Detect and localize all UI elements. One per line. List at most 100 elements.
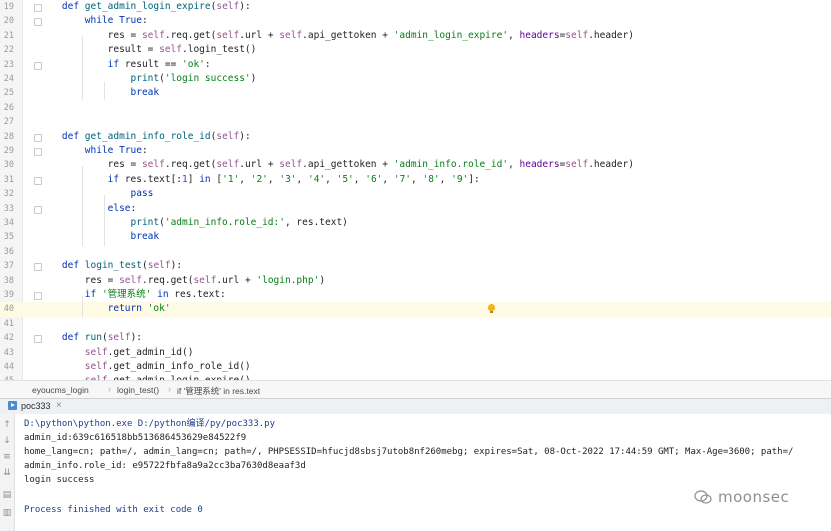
code-line[interactable]: 20 while True: bbox=[0, 14, 831, 28]
code-text: if res.text[:1] in ['1', '2', '3', '4', … bbox=[107, 173, 480, 185]
code-line[interactable]: 35 break bbox=[0, 230, 831, 244]
code-line[interactable]: 24 print('login success') bbox=[0, 72, 831, 86]
down-arrow-icon[interactable]: ↓ bbox=[2, 436, 12, 446]
line-number: 34 bbox=[3, 218, 14, 228]
breadcrumb-separator: › bbox=[108, 384, 111, 394]
run-tab[interactable]: poc333 bbox=[8, 401, 51, 411]
console-line-role-id: admin_info.role_id: e95722fbfa8a9a2cc3ba… bbox=[24, 461, 306, 471]
indent-guide bbox=[82, 166, 83, 246]
code-line[interactable]: 43 self.get_admin_id() bbox=[0, 346, 831, 360]
code-text: return 'ok' bbox=[107, 303, 171, 315]
code-text: while True: bbox=[84, 145, 148, 156]
code-text: result = self.login_test() bbox=[39, 44, 257, 56]
fold-marker-icon[interactable] bbox=[34, 148, 42, 156]
watermark: moonsec bbox=[694, 488, 789, 506]
fold-marker-icon[interactable] bbox=[34, 133, 42, 142]
line-number: 20 bbox=[3, 16, 14, 27]
fold-marker-icon[interactable] bbox=[34, 176, 42, 185]
run-config-icon bbox=[8, 401, 17, 410]
line-number: 27 bbox=[3, 117, 14, 128]
console-line-admin-id: admin_id:639c616518bb513686453629e84522f… bbox=[24, 433, 247, 443]
line-number: 29 bbox=[3, 146, 14, 156]
breadcrumb-item-class[interactable]: eyoucms_login bbox=[32, 385, 89, 395]
fold-marker-icon[interactable] bbox=[34, 4, 42, 12]
wrap-icon[interactable]: ≡ bbox=[2, 452, 12, 462]
scroll-end-icon[interactable]: ⇊ bbox=[2, 468, 12, 478]
code-line[interactable]: 33 else: bbox=[0, 202, 831, 216]
line-number: 32 bbox=[3, 189, 14, 200]
watermark-text: moonsec bbox=[718, 488, 790, 506]
indent-guide bbox=[104, 82, 105, 100]
code-line[interactable]: 44 self.get_admin_info_role_id() bbox=[0, 360, 831, 374]
trash-icon[interactable]: ▥ bbox=[2, 508, 12, 518]
console-line-exit-code: Process finished with exit code 0 bbox=[24, 505, 203, 515]
code-line[interactable]: 39 if '管理系统' in res.text: bbox=[0, 288, 831, 302]
line-number: 43 bbox=[3, 347, 14, 358]
run-console[interactable]: ↑ ↓ ≡ ⇊ ▤ ▥ D:\python\python.exe D:/pyth… bbox=[0, 414, 831, 531]
code-line[interactable]: 22 result = self.login_test() bbox=[0, 43, 831, 57]
code-text: break bbox=[130, 231, 160, 243]
code-text: res = self.req.get(self.url + self.api_g… bbox=[39, 29, 634, 41]
line-number: 41 bbox=[3, 318, 14, 329]
run-panel-header: poc333 × bbox=[0, 398, 831, 415]
fold-marker-icon[interactable] bbox=[34, 335, 42, 344]
code-line[interactable]: 25 break bbox=[0, 86, 831, 100]
fold-marker-icon[interactable] bbox=[34, 263, 42, 272]
fold-marker-icon[interactable] bbox=[34, 292, 42, 300]
line-number: 33 bbox=[3, 203, 14, 214]
fold-marker-icon[interactable] bbox=[34, 205, 42, 214]
code-line[interactable]: 26 bbox=[0, 101, 831, 115]
console-line-login-success: login success bbox=[24, 475, 95, 485]
console-line-cookies: home_lang=cn; path=/, admin_lang=cn; pat… bbox=[24, 447, 794, 457]
line-number: 26 bbox=[3, 102, 14, 113]
indent-guide bbox=[104, 195, 105, 246]
line-number: 31 bbox=[3, 174, 14, 185]
code-line[interactable]: 21 res = self.req.get(self.url + self.ap… bbox=[0, 29, 831, 43]
code-text: print('admin_info.role_id:', res.text) bbox=[130, 217, 348, 228]
code-text: self.get_admin_id() bbox=[84, 346, 194, 358]
code-line[interactable]: 42 def run(self): bbox=[0, 331, 831, 345]
code-line[interactable]: 27 bbox=[0, 115, 831, 129]
line-number: 25 bbox=[3, 88, 14, 99]
code-line[interactable]: 37 def login_test(self): bbox=[0, 259, 831, 273]
line-number: 22 bbox=[3, 45, 14, 56]
indent-guide bbox=[82, 36, 83, 100]
line-number: 35 bbox=[3, 232, 14, 243]
code-text: res = self.req.get(self.url + self.api_g… bbox=[39, 159, 634, 171]
code-line[interactable]: 32 pass bbox=[0, 187, 831, 201]
code-line[interactable]: 40 return 'ok' bbox=[0, 302, 831, 317]
breadcrumb-item-statement[interactable]: if '管理系统' in res.text bbox=[177, 385, 260, 397]
breadcrumb-item-function[interactable]: login_test() bbox=[117, 385, 159, 395]
code-text: while True: bbox=[84, 15, 148, 27]
line-number: 36 bbox=[3, 246, 14, 257]
breadcrumb: eyoucms_login › login_test() › if '管理系统'… bbox=[0, 380, 831, 399]
code-editor[interactable]: 19 def get_admin_login_expire(self): 20 w… bbox=[0, 0, 831, 380]
code-line[interactable]: 28 def get_admin_info_role_id(self): bbox=[0, 130, 831, 144]
line-number: 24 bbox=[3, 74, 14, 84]
code-line[interactable]: 19 def get_admin_login_expire(self): bbox=[0, 0, 831, 14]
console-line-command: D:\python\python.exe D:/python编译/py/poc3… bbox=[24, 419, 275, 429]
code-line[interactable]: 41 bbox=[0, 317, 831, 331]
up-arrow-icon[interactable]: ↑ bbox=[2, 420, 12, 430]
code-line[interactable]: 29 while True: bbox=[0, 144, 831, 158]
code-line[interactable]: 30 res = self.req.get(self.url + self.ap… bbox=[0, 158, 831, 172]
line-number: 21 bbox=[3, 30, 14, 41]
code-text: res = self.req.get(self.url + 'login.php… bbox=[39, 274, 326, 286]
line-number: 38 bbox=[3, 275, 14, 286]
fold-marker-icon[interactable] bbox=[34, 18, 42, 27]
fold-marker-icon[interactable] bbox=[34, 61, 42, 70]
code-line[interactable]: 23 if result == 'ok': bbox=[0, 58, 831, 72]
line-number: 23 bbox=[3, 59, 14, 70]
line-number: 40 bbox=[3, 304, 14, 315]
line-number: 28 bbox=[3, 131, 14, 142]
close-tab-icon[interactable]: × bbox=[56, 400, 62, 411]
code-line[interactable]: 38 res = self.req.get(self.url + 'login.… bbox=[0, 274, 831, 288]
code-line[interactable]: 31 if res.text[:1] in ['1', '2', '3', '4… bbox=[0, 173, 831, 187]
line-number: 30 bbox=[3, 160, 14, 171]
code-text: break bbox=[130, 87, 160, 99]
print-icon[interactable]: ▤ bbox=[2, 490, 12, 500]
intention-bulb-icon[interactable] bbox=[488, 304, 495, 314]
code-line[interactable]: 36 bbox=[0, 245, 831, 259]
code-line[interactable]: 34 print('admin_info.role_id:', res.text… bbox=[0, 216, 831, 230]
code-text: if result == 'ok': bbox=[107, 58, 211, 70]
